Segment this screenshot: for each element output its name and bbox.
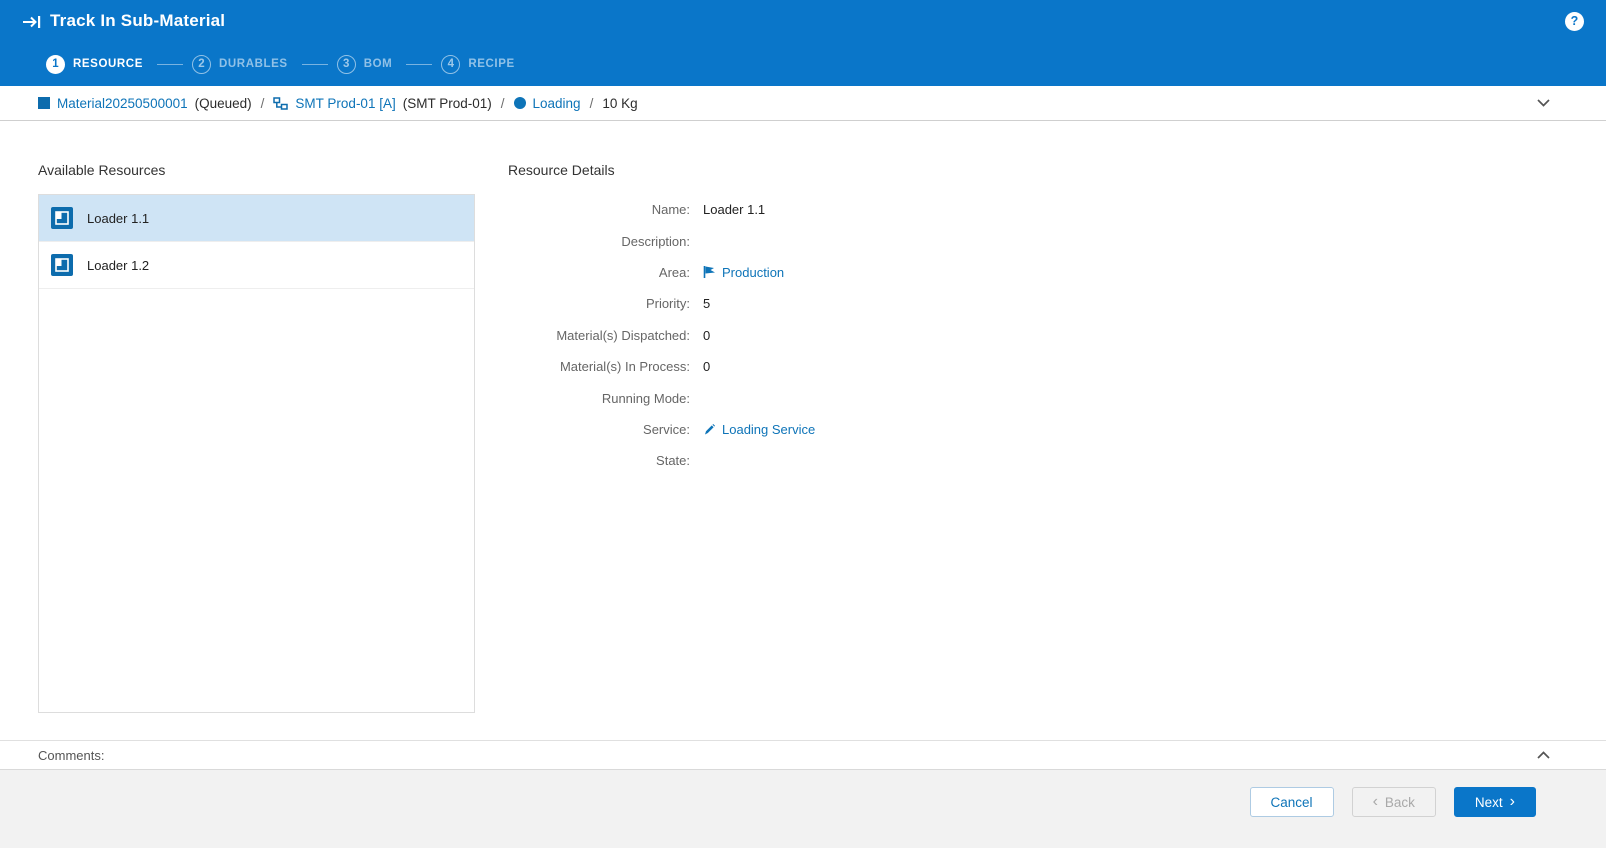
resource-list-item[interactable]: Loader 1.1 (39, 195, 474, 242)
resource-details-panel: Resource Details Name: Loader 1.1 Descri… (508, 162, 1606, 740)
detail-row-priority: Priority: 5 (508, 288, 1606, 319)
step-connector (406, 64, 432, 65)
detail-row-name: Name: Loader 1.1 (508, 194, 1606, 225)
next-button[interactable]: Next › (1454, 787, 1536, 817)
help-icon[interactable]: ? (1565, 12, 1584, 31)
detail-label: Material(s) In Process: (508, 359, 690, 374)
detail-row-materials-in-process: Material(s) In Process: 0 (508, 351, 1606, 382)
breadcrumb: Material20250500001 (Queued) / SMT Prod-… (0, 86, 1606, 121)
breadcrumb-separator: / (501, 96, 505, 111)
detail-label: Service: (508, 422, 690, 437)
service-link[interactable]: Loading Service (722, 422, 815, 437)
flow-icon (273, 97, 288, 110)
back-button[interactable]: ‹ Back (1352, 787, 1436, 817)
step-durables[interactable]: 2 DURABLES (192, 55, 288, 74)
material-state: (Queued) (195, 96, 252, 111)
track-in-wizard-window: Track In Sub-Material ? 1 RESOURCE 2 DUR… (0, 0, 1606, 848)
available-resources-panel: Available Resources Loader 1.1 Loader 1.… (38, 162, 475, 740)
resource-list-item[interactable]: Loader 1.2 (39, 242, 474, 289)
cancel-button[interactable]: Cancel (1250, 787, 1334, 817)
breadcrumb-quantity: 10 Kg (602, 96, 637, 111)
detail-label: Name: (508, 202, 690, 217)
step-label: RESOURCE (73, 58, 143, 70)
service-icon (703, 423, 716, 436)
cancel-label: Cancel (1271, 795, 1313, 810)
step-label: RECIPE (468, 58, 514, 70)
detail-row-materials-dispatched: Material(s) Dispatched: 0 (508, 320, 1606, 351)
step-connector (302, 64, 328, 65)
detail-label: Material(s) Dispatched: (508, 328, 690, 343)
title-row: Track In Sub-Material ? (0, 0, 1606, 42)
material-icon (38, 97, 50, 109)
detail-row-running-mode: Running Mode: (508, 382, 1606, 413)
detail-row-area: Area: Production (508, 257, 1606, 288)
resource-name: Loader 1.2 (87, 258, 149, 273)
comments-bar[interactable]: Comments: (0, 740, 1606, 769)
detail-label: Area: (508, 265, 690, 280)
detail-row-description: Description: (508, 225, 1606, 256)
resource-name: Loader 1.1 (87, 211, 149, 226)
detail-row-state: State: (508, 445, 1606, 476)
loader-resource-icon (51, 254, 73, 276)
wizard-steps: 1 RESOURCE 2 DURABLES 3 BOM 4 RECIPE (0, 42, 1606, 86)
track-in-icon (22, 15, 41, 29)
step-bom[interactable]: 3 BOM (337, 55, 393, 74)
detail-value: 0 (703, 328, 710, 343)
current-step-icon (514, 97, 526, 109)
step-number: 1 (46, 55, 65, 74)
next-label: Next (1475, 795, 1503, 810)
chevron-right-icon: › (1510, 794, 1515, 810)
resource-list: Loader 1.1 Loader 1.2 (38, 194, 475, 713)
back-label: Back (1385, 795, 1415, 810)
app-header: Track In Sub-Material ? 1 RESOURCE 2 DUR… (0, 0, 1606, 86)
detail-value: 0 (703, 359, 710, 374)
page-title: Track In Sub-Material (50, 11, 225, 31)
breadcrumb-separator: / (261, 96, 265, 111)
detail-label: Running Mode: (508, 391, 690, 406)
wizard-footer: Cancel ‹ Back Next › (0, 769, 1606, 848)
detail-row-service: Service: Loading Service (508, 414, 1606, 445)
step-resource[interactable]: 1 RESOURCE (46, 55, 143, 74)
detail-value: Loader 1.1 (703, 202, 765, 217)
resource-details-title: Resource Details (508, 162, 1606, 178)
area-link[interactable]: Production (722, 265, 784, 280)
detail-label: State: (508, 453, 690, 468)
breadcrumb-separator: / (590, 96, 594, 111)
step-number: 2 (192, 55, 211, 74)
loader-resource-icon (51, 207, 73, 229)
chevron-up-icon[interactable] (1533, 747, 1554, 763)
comments-label: Comments: (38, 748, 104, 763)
step-connector (157, 64, 183, 65)
breadcrumb-flow-link[interactable]: SMT Prod-01 [A] (295, 96, 395, 111)
detail-label: Description: (508, 234, 690, 249)
breadcrumb-step-link[interactable]: Loading (533, 96, 581, 111)
step-label: DURABLES (219, 58, 288, 70)
step-number: 4 (441, 55, 460, 74)
detail-value: 5 (703, 296, 710, 311)
breadcrumb-material-link[interactable]: Material20250500001 (57, 96, 188, 111)
step-label: BOM (364, 58, 393, 70)
chevron-left-icon: ‹ (1373, 794, 1378, 810)
detail-label: Priority: (508, 296, 690, 311)
main-content: Available Resources Loader 1.1 Loader 1.… (0, 121, 1606, 740)
breadcrumb-items: Material20250500001 (Queued) / SMT Prod-… (38, 96, 638, 111)
available-resources-title: Available Resources (38, 162, 475, 178)
area-icon (703, 265, 716, 279)
flow-alt-name: (SMT Prod-01) (403, 96, 492, 111)
step-number: 3 (337, 55, 356, 74)
step-recipe[interactable]: 4 RECIPE (441, 55, 514, 74)
chevron-down-icon[interactable] (1533, 95, 1554, 111)
